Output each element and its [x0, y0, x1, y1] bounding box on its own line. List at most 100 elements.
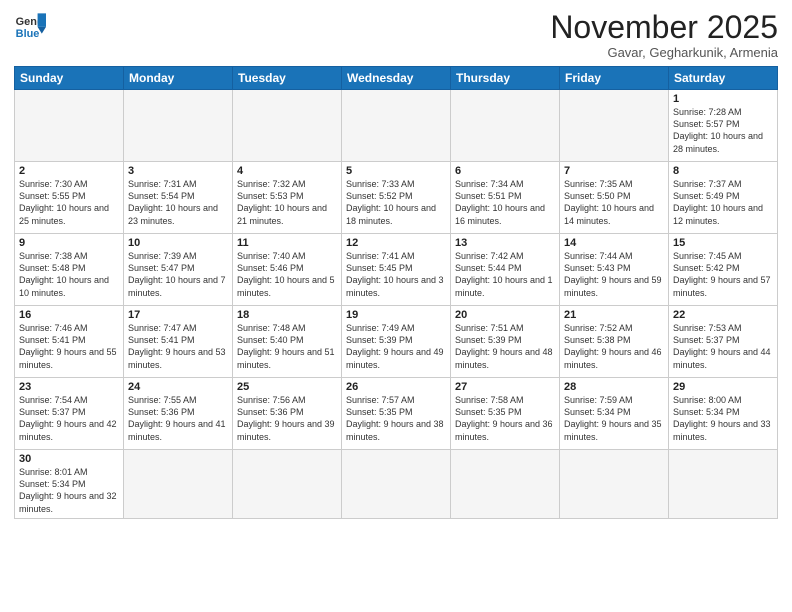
calendar-cell: 21Sunrise: 7:52 AM Sunset: 5:38 PM Dayli…: [560, 306, 669, 378]
calendar-cell: 30Sunrise: 8:01 AM Sunset: 5:34 PM Dayli…: [15, 450, 124, 519]
calendar-cell: 1Sunrise: 7:28 AM Sunset: 5:57 PM Daylig…: [669, 90, 778, 162]
month-title: November 2025: [550, 10, 778, 45]
calendar-row-2: 9Sunrise: 7:38 AM Sunset: 5:48 PM Daylig…: [15, 234, 778, 306]
day-number: 18: [237, 309, 337, 321]
day-info: Sunrise: 7:46 AM Sunset: 5:41 PM Dayligh…: [19, 322, 119, 371]
calendar-cell: 11Sunrise: 7:40 AM Sunset: 5:46 PM Dayli…: [233, 234, 342, 306]
calendar-cell: [233, 450, 342, 519]
title-area: November 2025 Gavar, Gegharkunik, Armeni…: [550, 10, 778, 60]
day-info: Sunrise: 7:54 AM Sunset: 5:37 PM Dayligh…: [19, 394, 119, 443]
day-number: 22: [673, 309, 773, 321]
calendar-cell: 19Sunrise: 7:49 AM Sunset: 5:39 PM Dayli…: [342, 306, 451, 378]
day-info: Sunrise: 7:51 AM Sunset: 5:39 PM Dayligh…: [455, 322, 555, 371]
day-number: 7: [564, 165, 664, 177]
day-info: Sunrise: 7:49 AM Sunset: 5:39 PM Dayligh…: [346, 322, 446, 371]
page: General Blue November 2025 Gavar, Geghar…: [0, 0, 792, 612]
day-number: 8: [673, 165, 773, 177]
calendar-cell: 7Sunrise: 7:35 AM Sunset: 5:50 PM Daylig…: [560, 162, 669, 234]
calendar-cell: [560, 90, 669, 162]
calendar-cell: 8Sunrise: 7:37 AM Sunset: 5:49 PM Daylig…: [669, 162, 778, 234]
day-number: 15: [673, 237, 773, 249]
calendar-cell: 10Sunrise: 7:39 AM Sunset: 5:47 PM Dayli…: [124, 234, 233, 306]
weekday-header-sunday: Sunday: [15, 67, 124, 90]
calendar-cell: [15, 90, 124, 162]
location-subtitle: Gavar, Gegharkunik, Armenia: [550, 45, 778, 60]
calendar-row-4: 23Sunrise: 7:54 AM Sunset: 5:37 PM Dayli…: [15, 378, 778, 450]
calendar-cell: 3Sunrise: 7:31 AM Sunset: 5:54 PM Daylig…: [124, 162, 233, 234]
day-number: 3: [128, 165, 228, 177]
calendar-cell: [560, 450, 669, 519]
day-info: Sunrise: 7:47 AM Sunset: 5:41 PM Dayligh…: [128, 322, 228, 371]
day-info: Sunrise: 7:45 AM Sunset: 5:42 PM Dayligh…: [673, 250, 773, 299]
day-info: Sunrise: 7:34 AM Sunset: 5:51 PM Dayligh…: [455, 178, 555, 227]
weekday-header-monday: Monday: [124, 67, 233, 90]
day-info: Sunrise: 7:32 AM Sunset: 5:53 PM Dayligh…: [237, 178, 337, 227]
calendar-cell: 26Sunrise: 7:57 AM Sunset: 5:35 PM Dayli…: [342, 378, 451, 450]
day-info: Sunrise: 7:59 AM Sunset: 5:34 PM Dayligh…: [564, 394, 664, 443]
calendar-cell: [451, 90, 560, 162]
day-info: Sunrise: 7:53 AM Sunset: 5:37 PM Dayligh…: [673, 322, 773, 371]
day-info: Sunrise: 7:58 AM Sunset: 5:35 PM Dayligh…: [455, 394, 555, 443]
day-number: 6: [455, 165, 555, 177]
day-number: 12: [346, 237, 446, 249]
day-number: 2: [19, 165, 119, 177]
day-info: Sunrise: 7:48 AM Sunset: 5:40 PM Dayligh…: [237, 322, 337, 371]
day-number: 25: [237, 381, 337, 393]
calendar-cell: 16Sunrise: 7:46 AM Sunset: 5:41 PM Dayli…: [15, 306, 124, 378]
day-number: 24: [128, 381, 228, 393]
calendar-cell: 13Sunrise: 7:42 AM Sunset: 5:44 PM Dayli…: [451, 234, 560, 306]
day-number: 27: [455, 381, 555, 393]
calendar-row-3: 16Sunrise: 7:46 AM Sunset: 5:41 PM Dayli…: [15, 306, 778, 378]
calendar-cell: 24Sunrise: 7:55 AM Sunset: 5:36 PM Dayli…: [124, 378, 233, 450]
day-info: Sunrise: 8:01 AM Sunset: 5:34 PM Dayligh…: [19, 466, 119, 515]
calendar-cell: 5Sunrise: 7:33 AM Sunset: 5:52 PM Daylig…: [342, 162, 451, 234]
day-info: Sunrise: 7:37 AM Sunset: 5:49 PM Dayligh…: [673, 178, 773, 227]
day-number: 11: [237, 237, 337, 249]
day-number: 30: [19, 453, 119, 465]
day-number: 17: [128, 309, 228, 321]
calendar-cell: 6Sunrise: 7:34 AM Sunset: 5:51 PM Daylig…: [451, 162, 560, 234]
day-info: Sunrise: 7:40 AM Sunset: 5:46 PM Dayligh…: [237, 250, 337, 299]
calendar-row-1: 2Sunrise: 7:30 AM Sunset: 5:55 PM Daylig…: [15, 162, 778, 234]
day-number: 9: [19, 237, 119, 249]
day-number: 4: [237, 165, 337, 177]
calendar-cell: 27Sunrise: 7:58 AM Sunset: 5:35 PM Dayli…: [451, 378, 560, 450]
calendar-cell: 14Sunrise: 7:44 AM Sunset: 5:43 PM Dayli…: [560, 234, 669, 306]
weekday-header-wednesday: Wednesday: [342, 67, 451, 90]
day-number: 29: [673, 381, 773, 393]
calendar-cell: 15Sunrise: 7:45 AM Sunset: 5:42 PM Dayli…: [669, 234, 778, 306]
day-info: Sunrise: 7:55 AM Sunset: 5:36 PM Dayligh…: [128, 394, 228, 443]
logo: General Blue: [14, 10, 46, 42]
day-number: 16: [19, 309, 119, 321]
calendar-cell: 22Sunrise: 7:53 AM Sunset: 5:37 PM Dayli…: [669, 306, 778, 378]
day-info: Sunrise: 7:57 AM Sunset: 5:35 PM Dayligh…: [346, 394, 446, 443]
generalblue-logo-icon: General Blue: [14, 10, 46, 42]
header: General Blue November 2025 Gavar, Geghar…: [14, 10, 778, 60]
day-info: Sunrise: 7:30 AM Sunset: 5:55 PM Dayligh…: [19, 178, 119, 227]
day-number: 19: [346, 309, 446, 321]
calendar-cell: [669, 450, 778, 519]
svg-text:Blue: Blue: [16, 28, 40, 40]
day-info: Sunrise: 8:00 AM Sunset: 5:34 PM Dayligh…: [673, 394, 773, 443]
calendar-cell: [233, 90, 342, 162]
calendar-cell: 20Sunrise: 7:51 AM Sunset: 5:39 PM Dayli…: [451, 306, 560, 378]
calendar-cell: 17Sunrise: 7:47 AM Sunset: 5:41 PM Dayli…: [124, 306, 233, 378]
calendar-cell: [342, 450, 451, 519]
weekday-header-row: SundayMondayTuesdayWednesdayThursdayFrid…: [15, 67, 778, 90]
calendar-cell: 12Sunrise: 7:41 AM Sunset: 5:45 PM Dayli…: [342, 234, 451, 306]
calendar-cell: 28Sunrise: 7:59 AM Sunset: 5:34 PM Dayli…: [560, 378, 669, 450]
day-number: 23: [19, 381, 119, 393]
day-number: 1: [673, 93, 773, 105]
weekday-header-friday: Friday: [560, 67, 669, 90]
calendar-cell: [342, 90, 451, 162]
day-number: 21: [564, 309, 664, 321]
day-info: Sunrise: 7:38 AM Sunset: 5:48 PM Dayligh…: [19, 250, 119, 299]
day-number: 28: [564, 381, 664, 393]
day-number: 10: [128, 237, 228, 249]
day-number: 14: [564, 237, 664, 249]
day-info: Sunrise: 7:42 AM Sunset: 5:44 PM Dayligh…: [455, 250, 555, 299]
day-info: Sunrise: 7:56 AM Sunset: 5:36 PM Dayligh…: [237, 394, 337, 443]
calendar-cell: 9Sunrise: 7:38 AM Sunset: 5:48 PM Daylig…: [15, 234, 124, 306]
calendar-row-0: 1Sunrise: 7:28 AM Sunset: 5:57 PM Daylig…: [15, 90, 778, 162]
weekday-header-tuesday: Tuesday: [233, 67, 342, 90]
